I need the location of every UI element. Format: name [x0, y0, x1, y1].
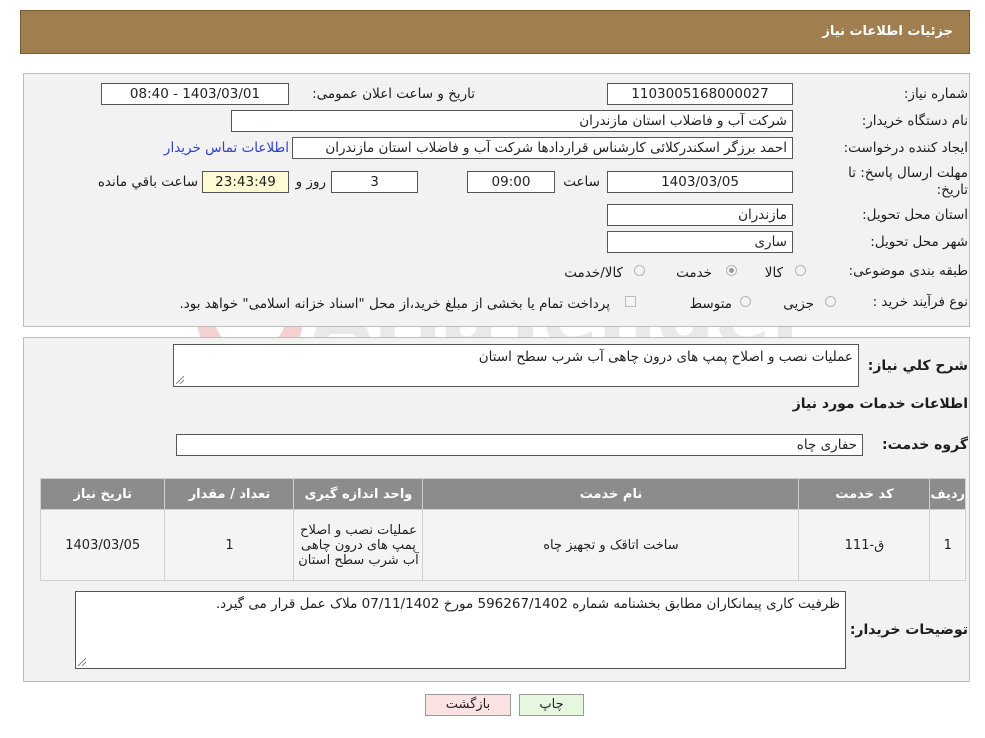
resize-grip-icon[interactable]	[78, 658, 86, 666]
process-option-medium: متوسط	[689, 296, 732, 312]
back-button[interactable]: بازگشت	[425, 694, 511, 716]
col-header-service-code: کد خدمت	[798, 478, 931, 510]
category-option-service: خدمت	[676, 265, 712, 281]
process-option-minor: جزیی	[783, 296, 814, 312]
col-header-row-number: ردیف	[929, 478, 966, 510]
treasury-payment-checkbox[interactable]	[625, 296, 636, 307]
cell-row-number: 1	[929, 509, 966, 581]
summary-text: عملیات نصب و اصلاح پمپ های درون چاهی آب …	[478, 349, 853, 365]
creator-field: احمد برزگر اسکندرکلائی کارشناس قراردادها…	[292, 137, 793, 159]
days-label: روز و	[295, 174, 326, 190]
buyer-org-label: نام دستگاه خریدار:	[861, 113, 968, 129]
remaining-time-field: 23:43:49	[202, 171, 289, 193]
table-row: 1 ق-111 ساخت اتاقک و تجهیز چاه عملیات نص…	[39, 509, 966, 581]
province-label: استان محل تحویل:	[862, 207, 968, 223]
col-header-service-name: نام خدمت	[422, 478, 800, 510]
page-header: جزئیات اطلاعات نیاز	[20, 10, 970, 54]
buyer-notes-textarea[interactable]: ظرفیت کاری پیمانکاران مطابق بخشنامه شمار…	[75, 591, 846, 669]
table-header-row: ردیف کد خدمت نام خدمت واحد اندازه گیری ت…	[39, 478, 966, 510]
cell-service-name: ساخت اتاقک و تجهیز چاه	[422, 509, 800, 581]
category-option-goods-service: کالا/خدمت	[564, 265, 623, 281]
city-label: شهر محل تحویل:	[870, 234, 968, 250]
deadline-time-field: 09:00	[467, 171, 555, 193]
buyer-notes-text: ظرفیت کاری پیمانکاران مطابق بخشنامه شمار…	[215, 596, 840, 612]
city-field: ساری	[607, 231, 793, 253]
service-group-label: گروه خدمت:	[882, 437, 968, 453]
col-header-unit: واحد اندازه گیری	[293, 478, 424, 510]
process-radio-minor[interactable]	[825, 296, 836, 307]
category-radio-goods[interactable]	[795, 265, 806, 276]
services-section-title: اطلاعات خدمات مورد نياز	[792, 396, 968, 412]
need-number-label: شماره نیاز:	[903, 86, 968, 102]
process-label: نوع فرآیند خرید :	[872, 294, 968, 310]
remaining-time-label: ساعت باقي مانده	[97, 174, 198, 190]
cell-service-code: ق-111	[798, 509, 931, 581]
col-header-need-date: تاریخ نیاز	[39, 478, 166, 510]
announce-label: تاریخ و ساعت اعلان عمومی:	[312, 86, 475, 102]
buyer-org-field: شرکت آب و فاضلاب استان مازندران	[231, 110, 793, 132]
province-field: مازندران	[607, 204, 793, 226]
category-label: طبقه بندی موضوعی:	[848, 263, 968, 279]
need-number-field: 1103005168000027	[607, 83, 793, 105]
cell-unit: عملیات نصب و اصلاح پمپ های درون چاهی آب …	[293, 509, 424, 581]
buyer-contact-link[interactable]: اطلاعات تماس خریدار	[164, 140, 289, 156]
deadline-date-field: 1403/03/05	[607, 171, 793, 193]
summary-label: شرح کلي نياز:	[867, 358, 968, 374]
process-radio-medium[interactable]	[740, 296, 751, 307]
resize-grip-icon[interactable]	[176, 376, 184, 384]
days-field: 3	[331, 171, 418, 193]
announce-datetime-field: 1403/03/01 - 08:40	[101, 83, 289, 105]
services-table: ردیف کد خدمت نام خدمت واحد اندازه گیری ت…	[39, 478, 966, 581]
category-option-goods: کالا	[764, 265, 783, 281]
print-button[interactable]: چاپ	[519, 694, 584, 716]
col-header-quantity: تعداد / مقدار	[164, 478, 295, 510]
cell-need-date: 1403/03/05	[39, 509, 166, 581]
creator-label: ایجاد کننده درخواست:	[843, 140, 968, 156]
payment-note: پرداخت تمام یا بخشی از مبلغ خرید،از محل …	[179, 296, 610, 312]
category-radio-goods-service[interactable]	[634, 265, 645, 276]
buyer-notes-label: توضیحات خریدار:	[849, 622, 968, 638]
deadline-time-label: ساعت	[563, 174, 600, 190]
page-title: جزئیات اطلاعات نیاز	[822, 24, 953, 39]
deadline-label: مهلت ارسال پاسخ: تا	[848, 165, 968, 181]
summary-textarea[interactable]: عملیات نصب و اصلاح پمپ های درون چاهی آب …	[173, 344, 859, 387]
cell-quantity: 1	[164, 509, 295, 581]
deadline-date-label: تاریخ:	[936, 182, 968, 198]
category-radio-service[interactable]	[726, 265, 737, 276]
service-group-field: حفاری چاه	[176, 434, 863, 456]
